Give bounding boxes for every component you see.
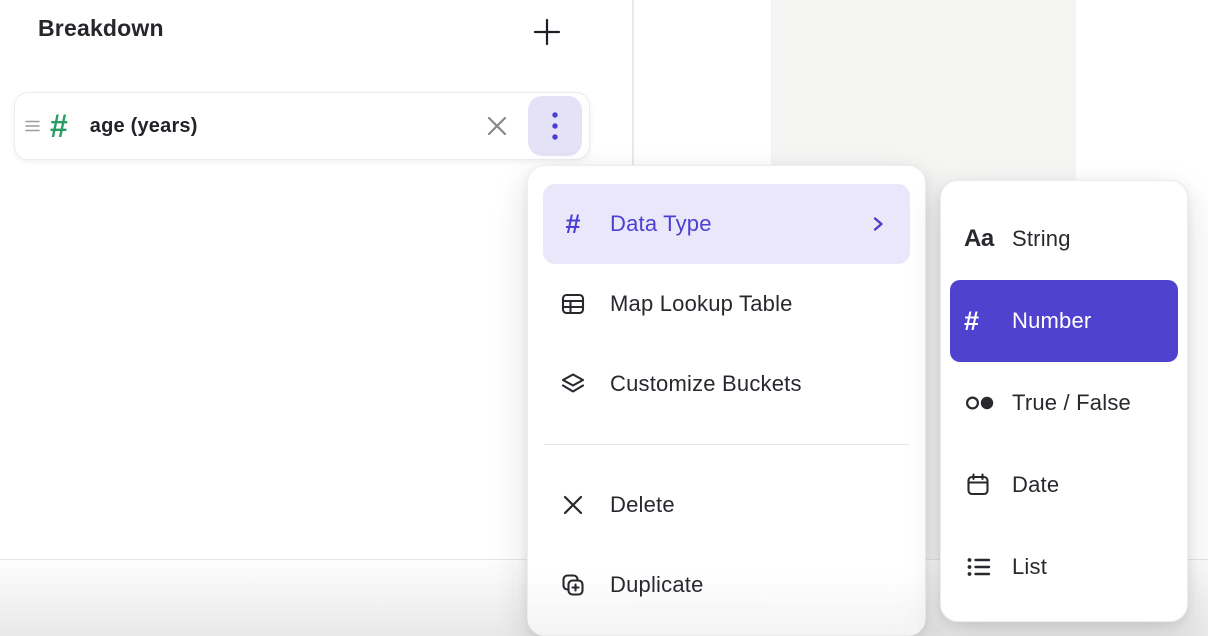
menu-divider	[544, 444, 909, 445]
hash-icon: #	[558, 211, 588, 238]
submenu-item-label: List	[1012, 554, 1047, 580]
string-aa-icon: Aa	[964, 225, 1000, 253]
table-icon	[558, 290, 588, 318]
submenu-item-string[interactable]: Aa String	[950, 198, 1178, 280]
menu-item-delete[interactable]: Delete	[543, 465, 910, 545]
submenu-item-date[interactable]: Date	[950, 444, 1178, 526]
field-context-menu: # Data Type Map Lookup Table	[527, 165, 926, 636]
submenu-item-list[interactable]: List	[950, 526, 1178, 608]
menu-item-duplicate[interactable]: Duplicate	[543, 545, 910, 625]
list-icon	[964, 553, 1000, 581]
boolean-circles-icon	[964, 389, 1000, 417]
breakdown-field-card[interactable]: # age (years)	[14, 92, 590, 160]
calendar-icon	[964, 471, 1000, 499]
submenu-item-number[interactable]: # Number	[950, 280, 1178, 362]
submenu-item-label: Number	[1012, 308, 1091, 334]
menu-item-label: Customize Buckets	[610, 371, 802, 397]
hash-icon: #	[964, 308, 1000, 335]
duplicate-icon	[558, 571, 588, 599]
breakdown-section-title: Breakdown	[38, 15, 164, 42]
menu-item-data-type[interactable]: # Data Type	[543, 184, 910, 264]
remove-field-button[interactable]	[482, 111, 512, 141]
submenu-item-label: String	[1012, 226, 1071, 252]
chevron-right-icon	[868, 214, 888, 234]
x-icon	[558, 492, 588, 518]
field-label: age (years)	[90, 115, 198, 138]
plus-icon	[532, 17, 562, 47]
close-icon	[484, 113, 510, 139]
submenu-item-label: Date	[1012, 472, 1059, 498]
menu-item-customize-buckets[interactable]: Customize Buckets	[543, 344, 910, 424]
drag-handle-icon[interactable]	[25, 117, 40, 135]
submenu-item-label: True / False	[1012, 390, 1131, 416]
app-canvas: Breakdown # age (years)	[0, 0, 1208, 636]
menu-item-label: Data Type	[610, 211, 712, 237]
data-type-submenu: Aa String # Number True / False	[940, 180, 1188, 622]
ellipsis-vertical-icon	[551, 110, 559, 142]
number-hash-icon: #	[50, 110, 68, 142]
menu-item-map-lookup-table[interactable]: Map Lookup Table	[543, 264, 910, 344]
field-more-options-button[interactable]	[528, 96, 582, 156]
menu-item-label: Duplicate	[610, 572, 704, 598]
submenu-item-true-false[interactable]: True / False	[950, 362, 1178, 444]
add-breakdown-button[interactable]	[527, 12, 567, 52]
layers-icon	[558, 370, 588, 398]
menu-item-label: Map Lookup Table	[610, 291, 793, 317]
menu-item-label: Delete	[610, 492, 675, 518]
